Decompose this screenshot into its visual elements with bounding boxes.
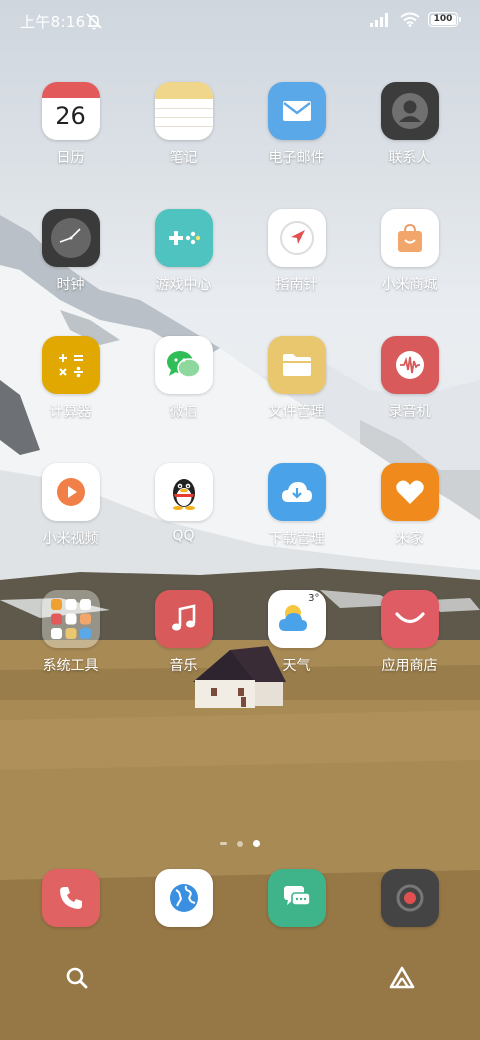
page-indicator-dot[interactable]	[237, 840, 243, 847]
app-wechat[interactable]: 微信	[127, 336, 240, 421]
mi-video-icon	[41, 463, 100, 521]
compass-icon	[267, 209, 326, 267]
search-button[interactable]	[61, 962, 93, 994]
app-label: 录音机	[388, 404, 431, 420]
notes-icon	[154, 82, 213, 140]
clock-icon	[41, 209, 100, 267]
app-mi-video[interactable]: 小米视频	[14, 463, 127, 548]
app-calculator[interactable]: 计算器	[14, 336, 127, 421]
app-file-manager[interactable]: 文件管理	[240, 336, 353, 421]
app-drawer-icon	[389, 966, 415, 989]
dock-camera[interactable]	[353, 869, 466, 927]
app-download-manager[interactable]: 下载管理	[240, 463, 353, 548]
app-email[interactable]: 电子邮件	[240, 82, 353, 167]
recorder-icon	[380, 336, 439, 394]
app-music[interactable]: 音乐	[127, 590, 240, 675]
contacts-icon	[380, 82, 439, 140]
app-label: 指南针	[275, 277, 318, 293]
status-time: 上午8:16	[20, 13, 86, 31]
app-label: 时钟	[56, 277, 85, 293]
app-drawer-button[interactable]	[386, 962, 418, 994]
status-bar: 上午8:16 100	[0, 0, 480, 44]
wifi-icon	[400, 12, 420, 27]
app-system-tools-folder[interactable]: 系统工具	[14, 590, 127, 675]
page-indicator	[0, 840, 480, 847]
app-qq[interactable]: QQ	[127, 463, 240, 544]
app-label: 天气	[282, 658, 311, 674]
battery-level: 100	[433, 14, 453, 24]
dock-phone[interactable]	[14, 869, 127, 927]
phone-icon	[41, 869, 100, 927]
weather-temp: 3°	[308, 593, 320, 604]
app-label: 联系人	[388, 150, 431, 166]
calculator-icon	[41, 336, 100, 394]
app-label: 微信	[169, 404, 198, 420]
system-tools-folder-icon	[41, 590, 100, 648]
app-label: 下载管理	[268, 531, 325, 547]
file-manager-icon	[267, 336, 326, 394]
app-game-center[interactable]: 游戏中心	[127, 209, 240, 294]
app-store-icon	[380, 590, 439, 648]
app-label: 电子邮件	[268, 150, 325, 166]
page-indicator-dot-active[interactable]	[253, 840, 260, 847]
dock-browser[interactable]	[127, 869, 240, 927]
app-label: 文件管理	[268, 404, 325, 420]
email-icon	[267, 82, 326, 140]
app-compass[interactable]: 指南针	[240, 209, 353, 294]
mi-store-icon	[380, 209, 439, 267]
calendar-icon: 26	[41, 82, 100, 140]
music-icon	[154, 590, 213, 648]
game-center-icon	[154, 209, 213, 267]
app-label: 游戏中心	[155, 277, 212, 293]
app-label: 计算器	[49, 404, 92, 420]
signal-icon	[370, 12, 388, 27]
app-recorder[interactable]: 录音机	[353, 336, 466, 421]
wechat-icon	[154, 336, 213, 394]
app-label: 系统工具	[42, 658, 99, 674]
app-app-store[interactable]: 应用商店	[353, 590, 466, 675]
search-icon	[66, 967, 88, 989]
app-clock[interactable]: 时钟	[14, 209, 127, 294]
app-label: QQ	[172, 528, 195, 544]
messages-icon	[267, 869, 326, 927]
app-contacts[interactable]: 联系人	[353, 82, 466, 167]
app-notes[interactable]: 笔记	[127, 82, 240, 167]
app-label: 音乐	[169, 658, 198, 674]
app-label: 日历	[56, 150, 85, 166]
calendar-date: 26	[55, 102, 86, 130]
weather-icon: 3°	[267, 590, 326, 648]
mute-icon	[86, 13, 102, 30]
dock-messages[interactable]	[240, 869, 353, 927]
mijia-icon	[380, 463, 439, 521]
app-label: 小米视频	[42, 531, 99, 547]
app-label: 小米商城	[381, 277, 438, 293]
qq-icon	[154, 463, 213, 521]
page-indicator-home[interactable]	[220, 842, 227, 845]
app-label: 米家	[395, 531, 424, 547]
download-manager-icon	[267, 463, 326, 521]
app-mijia[interactable]: 米家	[353, 463, 466, 548]
app-label: 应用商店	[381, 658, 438, 674]
browser-icon	[154, 869, 213, 927]
battery-icon: 100	[428, 12, 461, 27]
app-mi-store[interactable]: 小米商城	[353, 209, 466, 294]
app-label: 笔记	[169, 150, 198, 166]
app-weather[interactable]: 3° 天气	[240, 590, 353, 675]
app-calendar[interactable]: 26 日历	[14, 82, 127, 167]
camera-icon	[380, 869, 439, 927]
